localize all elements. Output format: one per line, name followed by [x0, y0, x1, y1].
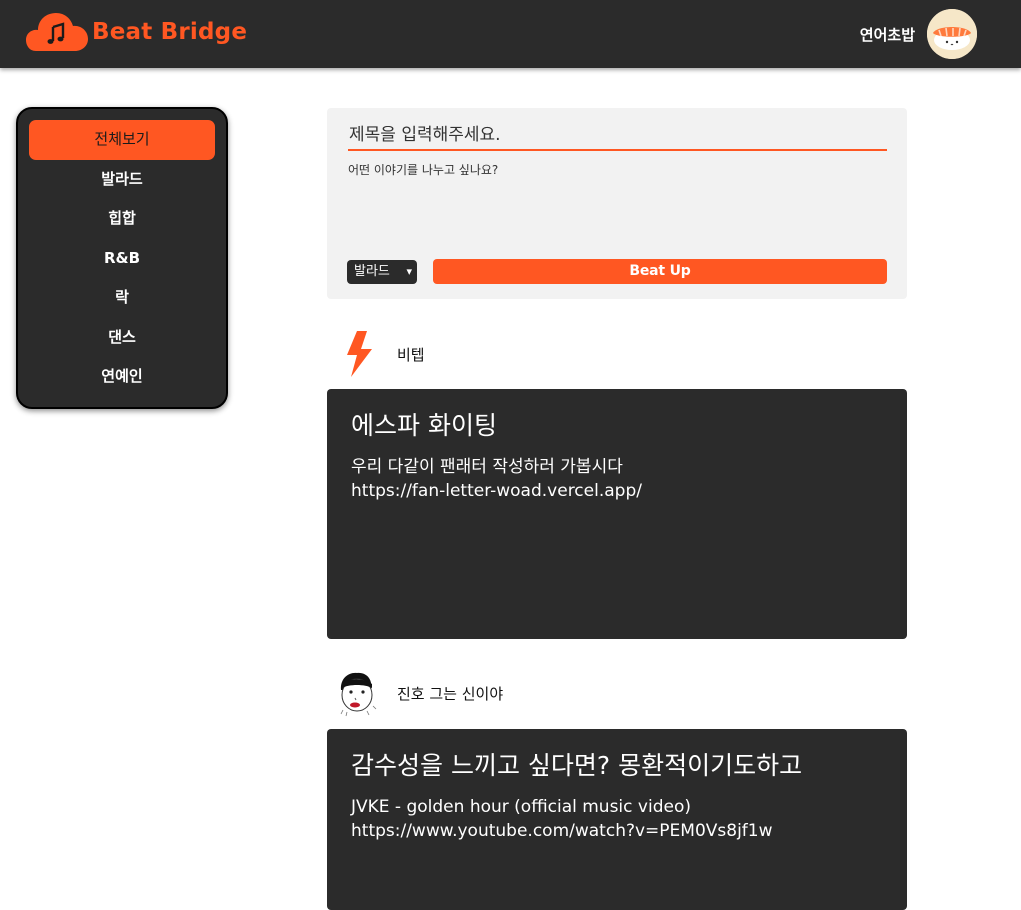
sidebar-item-rock[interactable]: 락 [29, 278, 215, 318]
salmon-sushi-avatar[interactable] [927, 9, 977, 59]
post-author[interactable]: 비텝 [335, 329, 425, 379]
post-author[interactable]: 진호 그는 신이야 [335, 668, 503, 718]
sidebar-item-rnb[interactable]: R&B [29, 239, 215, 279]
post-card[interactable]: 에스파 화이팅 우리 다같이 팬래터 작성하러 가봅시다 https://fan… [327, 389, 907, 639]
title-input[interactable] [348, 121, 887, 151]
post-composer: 발라드 ▾ Beat Up [327, 108, 907, 299]
app-name: Beat Bridge [92, 19, 248, 45]
sidebar-item-ballad[interactable]: 발라드 [29, 160, 215, 200]
lightning-bolt-icon [335, 329, 387, 379]
post-card[interactable]: 감수성을 느끼고 싶다면? 몽환적이기도하고 JVKE - golden hou… [327, 729, 907, 910]
genre-select[interactable]: 발라드 ▾ [347, 260, 417, 284]
post-body: 우리 다같이 팬래터 작성하러 가봅시다 https://fan-letter-… [351, 457, 642, 501]
sidebar-item-dance[interactable]: 댄스 [29, 318, 215, 358]
app-logo[interactable]: Beat Bridge [26, 11, 247, 53]
chevron-down-icon: ▾ [406, 265, 412, 278]
cartoon-face-avatar [335, 668, 387, 718]
sidebar-item-celebrity[interactable]: 연예인 [29, 357, 215, 397]
sidebar-item-hiphop[interactable]: 힙합 [29, 199, 215, 239]
beat-up-button[interactable]: Beat Up [433, 259, 887, 284]
top-header: Beat Bridge 연어초밥 [0, 0, 1021, 68]
post-title: 에스파 화이팅 [351, 411, 497, 440]
post-title: 감수성을 느끼고 싶다면? 몽환적이기도하고 [351, 751, 803, 780]
sidebar-item-all[interactable]: 전체보기 [29, 120, 215, 160]
genre-selected-value: 발라드 [354, 264, 390, 279]
category-sidebar: 전체보기 발라드 힙합 R&B 락 댄스 연예인 [16, 107, 228, 409]
author-name: 비텝 [397, 345, 425, 364]
cloud-music-icon [26, 11, 88, 53]
user-name: 연어초밥 [859, 25, 915, 44]
body-input[interactable] [348, 161, 887, 251]
post-body: JVKE - golden hour (official music video… [351, 797, 773, 841]
author-name: 진호 그는 신이야 [397, 684, 504, 703]
user-profile[interactable]: 연어초밥 [860, 9, 977, 59]
